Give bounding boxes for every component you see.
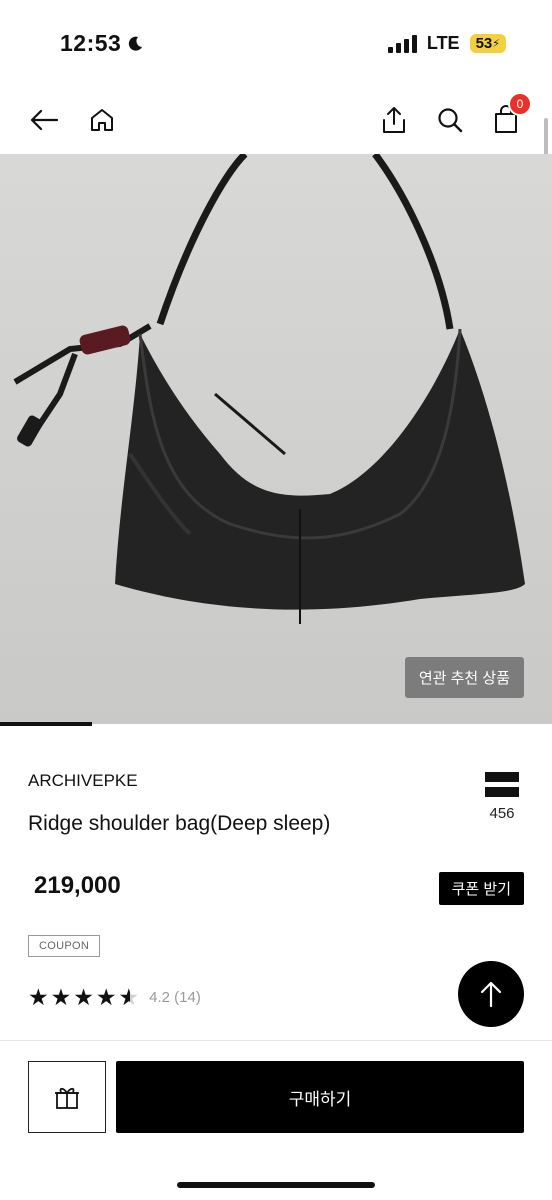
half-star-icon: ★ — [118, 984, 140, 1010]
like-button[interactable]: 456 — [482, 772, 522, 822]
scroll-to-top-button[interactable] — [458, 961, 524, 1027]
share-icon[interactable] — [374, 100, 414, 140]
rating[interactable]: ★ ★ ★ ★ ★ 4.2 (14) — [28, 986, 201, 1009]
status-time: 12:53 — [60, 30, 143, 57]
cart-icon[interactable]: 0 — [486, 92, 532, 140]
home-indicator[interactable] — [177, 1182, 375, 1188]
coupon-tag: COUPON — [28, 935, 101, 957]
battery-icon: 53 ⚡ — [469, 34, 506, 53]
star-icon: ★ — [28, 984, 49, 1010]
search-icon[interactable] — [430, 100, 470, 140]
like-count: 456 — [489, 805, 515, 822]
star-icon: ★ — [73, 984, 94, 1010]
product-image[interactable]: 연관 추천 상품 — [0, 154, 552, 724]
top-navigation: 0 — [0, 92, 552, 148]
get-coupon-button[interactable]: 쿠폰 받기 — [438, 872, 524, 905]
brand-name[interactable]: ARCHIVEPKE — [28, 771, 138, 791]
star-icon: ★ — [50, 984, 72, 1010]
home-icon[interactable] — [82, 100, 122, 140]
product-title: Ridge shoulder bag(Deep sleep) — [28, 812, 331, 835]
cart-count-badge: 0 — [508, 92, 532, 116]
clock-text: 12:53 — [60, 30, 122, 56]
moon-icon — [129, 36, 143, 51]
bottom-action-bar: 구매하기 — [0, 1040, 552, 1200]
star-icon: ★ — [95, 984, 117, 1010]
buy-button[interactable]: 구매하기 — [116, 1061, 524, 1133]
like-icon — [482, 772, 522, 797]
gift-button[interactable] — [28, 1061, 106, 1133]
status-indicators: LTE 53 ⚡ — [387, 33, 506, 54]
signal-icon — [387, 34, 417, 53]
back-arrow-icon[interactable] — [24, 100, 64, 140]
image-carousel-progress — [0, 722, 92, 726]
gift-icon — [55, 1087, 79, 1109]
arrow-up-icon — [480, 981, 502, 1008]
related-products-button[interactable]: 연관 추천 상품 — [404, 657, 524, 698]
status-bar: 12:53 LTE 53 ⚡ — [0, 0, 552, 90]
product-price: 219,000 — [34, 872, 121, 899]
bag-illustration — [13, 154, 525, 624]
rating-text: 4.2 (14) — [149, 989, 201, 1006]
network-label: LTE — [426, 33, 460, 53]
battery-level: 53 — [475, 35, 493, 52]
